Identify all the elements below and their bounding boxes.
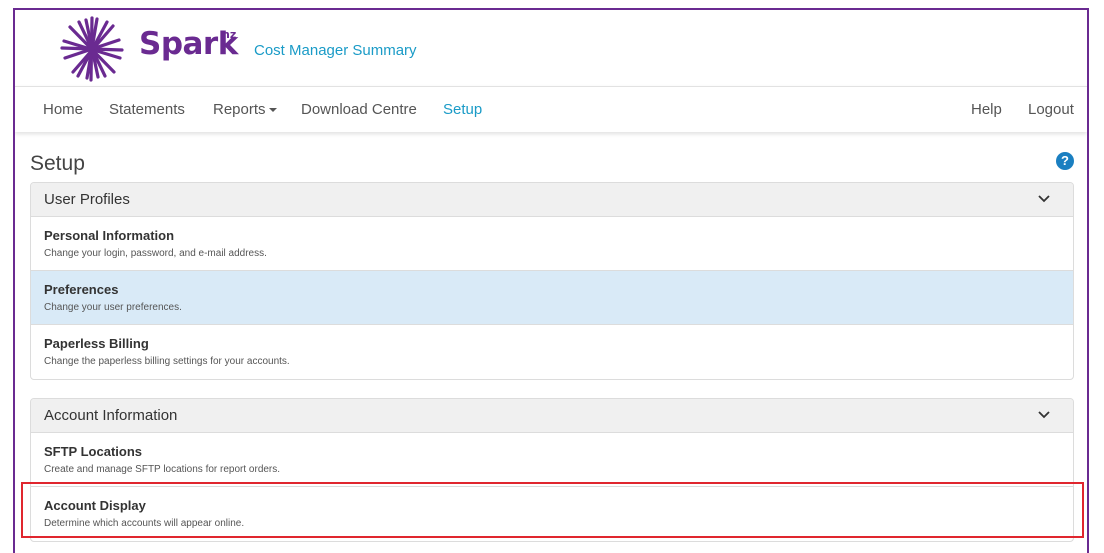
app-window: Spark nz Cost Manager Summary Home State… bbox=[13, 8, 1089, 553]
item-description: Change your user preferences. bbox=[44, 302, 182, 313]
panel-heading-user-profiles[interactable]: User Profiles bbox=[31, 183, 1073, 217]
setup-item-personal-information[interactable]: Personal Information Change your login, … bbox=[31, 217, 1073, 271]
nav-statements[interactable]: Statements bbox=[109, 101, 185, 118]
setup-item-sftp-locations[interactable]: SFTP Locations Create and manage SFTP lo… bbox=[31, 433, 1073, 487]
brand-bar: Spark nz Cost Manager Summary bbox=[15, 10, 1087, 86]
panel-heading-label: User Profiles bbox=[44, 191, 130, 208]
chevron-down-icon bbox=[1038, 195, 1050, 203]
chevron-down-icon bbox=[1038, 411, 1050, 419]
nav-reports-label: Reports bbox=[213, 101, 266, 118]
nav-logout[interactable]: Logout bbox=[1028, 101, 1074, 118]
nav-setup[interactable]: Setup bbox=[443, 101, 482, 118]
item-description: Create and manage SFTP locations for rep… bbox=[44, 464, 281, 475]
item-description: Determine which accounts will appear onl… bbox=[44, 518, 245, 529]
setup-item-paperless-billing[interactable]: Paperless Billing Change the paperless b… bbox=[31, 325, 1073, 379]
brand-suffix: nz bbox=[222, 28, 237, 41]
panel-heading-account-information[interactable]: Account Information bbox=[31, 399, 1073, 433]
nav-help[interactable]: Help bbox=[971, 101, 1002, 118]
item-description: Change your login, password, and e-mail … bbox=[44, 248, 267, 259]
panel-user-profiles: User Profiles Personal Information Chang… bbox=[30, 182, 1074, 380]
panel-heading-label: Account Information bbox=[44, 407, 178, 424]
caret-down-icon bbox=[268, 108, 277, 113]
nav-home[interactable]: Home bbox=[43, 101, 83, 118]
nav-reports[interactable]: Reports bbox=[213, 101, 277, 118]
setup-item-preferences[interactable]: Preferences Change your user preferences… bbox=[31, 271, 1073, 325]
item-title: Paperless Billing bbox=[44, 336, 149, 351]
panel-account-information: Account Information SFTP Locations Creat… bbox=[30, 398, 1074, 542]
spark-logo-icon bbox=[60, 16, 124, 82]
item-description: Change the paperless billing settings fo… bbox=[44, 356, 290, 367]
question-circle-icon[interactable]: ? bbox=[1056, 152, 1074, 170]
item-title: Account Display bbox=[44, 498, 146, 513]
item-title: Personal Information bbox=[44, 228, 175, 243]
nav-download-centre[interactable]: Download Centre bbox=[301, 101, 417, 118]
setup-item-account-display[interactable]: Account Display Determine which accounts… bbox=[31, 487, 1073, 541]
app-title: Cost Manager Summary bbox=[254, 42, 417, 59]
main-navbar: Home Statements Reports Download Centre … bbox=[15, 86, 1087, 132]
page-title: Setup bbox=[30, 152, 85, 175]
item-title: SFTP Locations bbox=[44, 444, 142, 459]
item-title: Preferences bbox=[44, 282, 119, 297]
